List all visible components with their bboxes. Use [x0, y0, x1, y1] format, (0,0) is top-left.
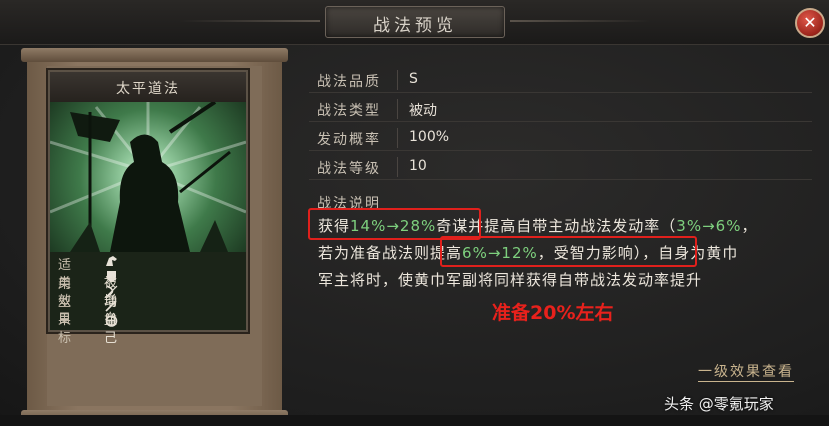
info-row-type: 战法类型 被动 [309, 97, 812, 122]
info-value: 10 [409, 158, 427, 174]
info-row-probability: 发动概率 100% [309, 126, 812, 151]
info-row-level: 战法等级 10 [309, 155, 812, 180]
annotation-box-2 [440, 236, 697, 267]
desc-text: ， [741, 217, 758, 235]
stat-key: 目标 [58, 312, 74, 346]
annotation-note: 准备20%左右 [492, 302, 614, 324]
effects-link[interactable]: 一级效果查看 [698, 361, 794, 382]
card-name-bar: 太平道法 [50, 72, 246, 103]
info-value: S [409, 71, 418, 87]
window-title: 战法预览 [373, 16, 457, 36]
close-icon: ✕ [803, 13, 817, 32]
info-key: 战法等级 [317, 161, 381, 177]
info-value: 被动 [409, 103, 437, 119]
desc-text: 若为准备战法则 [318, 244, 431, 262]
stat-value: 自己 [104, 312, 120, 346]
scroll-rod-top [21, 48, 288, 62]
title-plate: 战法预览 [325, 6, 505, 38]
title-ornament-right [510, 20, 650, 22]
card-name: 太平道法 [116, 81, 180, 97]
info-value: 100% [409, 129, 450, 145]
info-row-quality: 战法品质 S [309, 68, 812, 93]
bottom-strip [0, 415, 829, 426]
divider [397, 99, 398, 119]
divider [397, 70, 398, 90]
card-stats: 适用 类型 被动 效果 增益 目标 自己 [56, 254, 240, 346]
desc-highlight: 3%→6% [676, 217, 742, 235]
card-art [50, 102, 246, 252]
game-window: 战法预览 ✕ 太平道法 适用 类型 被动 效果 增益 目标 自己 战法品质 S … [0, 0, 829, 426]
taoist-figure-illustration [50, 102, 246, 252]
tactic-card: 太平道法 适用 类型 被动 效果 增益 目标 自己 [48, 70, 248, 346]
desc-text: 并提高自带主动战法发动率（ [468, 217, 677, 235]
info-key: 战法品质 [317, 74, 381, 90]
divider [397, 157, 398, 177]
title-bar: 战法预览 ✕ [0, 0, 829, 45]
description-line-3: 军主将时，使黄巾军副将同样获得自带战法发动率提升 [318, 271, 703, 289]
title-ornament-left [180, 20, 320, 22]
info-key: 战法类型 [317, 103, 381, 119]
cavalry-icon [106, 256, 117, 266]
divider [397, 128, 398, 148]
close-button[interactable]: ✕ [795, 8, 825, 38]
info-key: 发动概率 [317, 132, 381, 148]
watermark: 头条 @零氪玩家 [664, 395, 774, 413]
